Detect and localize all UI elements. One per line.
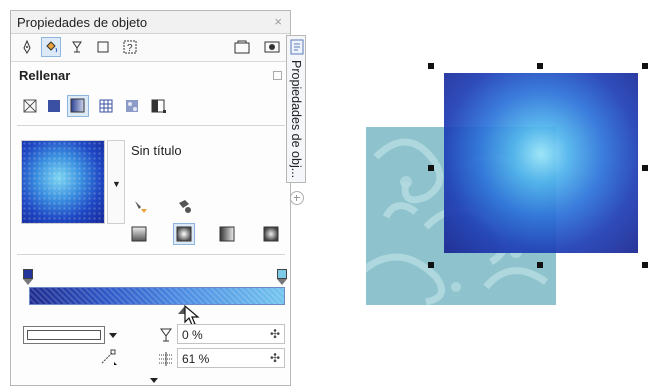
smoothness-field[interactable]: 61 % ✣	[177, 348, 285, 368]
preview-window-icon[interactable]	[231, 37, 251, 57]
svg-text:?: ?	[127, 43, 133, 54]
bitmap-pattern-icon[interactable]	[121, 95, 143, 117]
docker-side-tab[interactable]: Propiedades de obj...	[286, 35, 306, 183]
docker-tab-icon	[290, 39, 304, 55]
close-icon[interactable]: ×	[274, 14, 282, 29]
fill-bucket-icon[interactable]	[41, 37, 61, 57]
divider	[17, 254, 285, 255]
summarize-icon[interactable]: ?	[119, 37, 139, 57]
start-node-marker	[23, 279, 33, 285]
fountain-fill-icon[interactable]	[67, 95, 89, 117]
end-node-marker	[277, 279, 287, 285]
selection-handle[interactable]	[428, 165, 434, 171]
no-fill-icon[interactable]	[19, 95, 41, 117]
pen-nib-icon[interactable]	[17, 37, 37, 57]
fill-name-label: Sin título	[131, 143, 182, 158]
transparency-field[interactable]: 0 % ✣	[177, 324, 285, 344]
transparency-glass-icon	[160, 328, 172, 342]
chevron-down-icon[interactable]	[109, 333, 117, 338]
uniform-fill-icon[interactable]	[43, 95, 65, 117]
fill-preview-swatch[interactable]	[21, 140, 105, 224]
collapse-icon[interactable]	[273, 71, 282, 80]
smoothness-icon	[159, 352, 173, 366]
object-properties-panel: Propiedades de objeto × ? Rellenar ▼ Sin…	[10, 10, 291, 386]
smoothness-value: 61 %	[182, 352, 210, 366]
panel-title: Propiedades de objeto	[17, 15, 148, 30]
gradient-filled-object[interactable]	[444, 73, 638, 253]
node-color-picker[interactable]	[23, 326, 105, 344]
square-fountain-icon[interactable]	[261, 224, 281, 244]
side-tab-label: Propiedades de obj...	[289, 60, 303, 179]
selection-handle[interactable]	[642, 262, 648, 268]
eye-icon[interactable]	[261, 37, 281, 57]
gradient-start-node[interactable]	[23, 269, 33, 279]
expand-more-icon[interactable]	[150, 378, 158, 383]
transparency-value: 0 %	[182, 328, 203, 342]
divider	[17, 125, 285, 126]
spinner-icon[interactable]: ✣	[270, 327, 280, 341]
node-position-icon	[101, 349, 117, 365]
add-docker-icon[interactable]	[290, 191, 304, 205]
transparency-glass-icon[interactable]	[67, 37, 87, 57]
selection-handle[interactable]	[537, 63, 543, 69]
conical-fountain-icon[interactable]	[217, 224, 237, 244]
copy-fill-icon[interactable]	[175, 197, 195, 217]
selection-handle[interactable]	[642, 165, 648, 171]
selection-handle[interactable]	[537, 262, 543, 268]
frame-icon[interactable]	[93, 37, 113, 57]
panel-titlebar: Propiedades de objeto ×	[11, 11, 290, 34]
selection-handle[interactable]	[428, 63, 434, 69]
spinner-icon[interactable]: ✣	[270, 351, 280, 365]
chevron-down-icon: ▼	[112, 179, 121, 189]
two-color-pattern-icon[interactable]	[147, 95, 169, 117]
gradient-bar[interactable]	[29, 287, 285, 305]
selection-handle[interactable]	[428, 262, 434, 268]
vector-pattern-icon[interactable]	[95, 95, 117, 117]
fill-picker-dropdown[interactable]: ▼	[107, 140, 125, 224]
selection-handle[interactable]	[642, 63, 648, 69]
radial-fountain-icon[interactable]	[173, 223, 195, 245]
panel-toolbar: ?	[11, 34, 290, 62]
save-fill-icon[interactable]	[131, 197, 151, 217]
section-title: Rellenar	[19, 68, 71, 83]
linear-fountain-icon[interactable]	[129, 224, 149, 244]
gradient-end-node[interactable]	[277, 269, 287, 279]
